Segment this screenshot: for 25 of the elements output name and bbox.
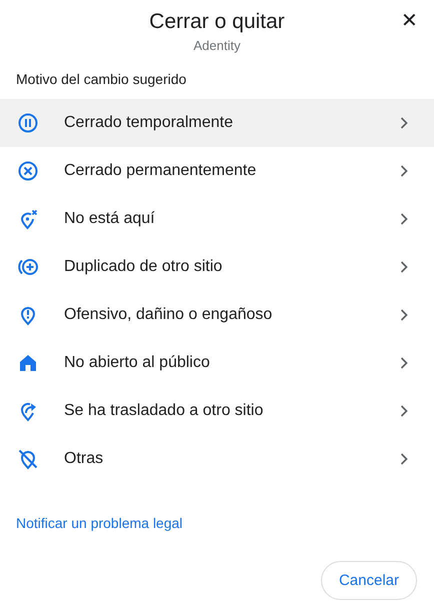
legal-issue-link[interactable]: Notificar un problema legal [16,515,183,531]
reason-item[interactable]: Ofensivo, dañino o engañoso [0,291,434,339]
reason-label: Ofensivo, dañino o engañoso [64,306,274,324]
pin-crossed-icon [16,447,40,471]
reason-label: Otras [64,450,104,468]
close-button[interactable]: ✕ [401,8,418,33]
x-circle-icon [16,159,40,183]
pause-circle-icon [16,111,40,135]
reason-item[interactable]: Duplicado de otro sitio [0,243,434,291]
reason-label: No está aquí [64,210,156,228]
reason-label: Duplicado de otro sitio [64,258,224,276]
reason-label: Se ha trasladado a otro sitio [64,402,264,420]
reason-label: Cerrado permanentemente [64,162,258,180]
reason-item[interactable]: No abierto al público [0,339,434,387]
section-label: Motivo del cambio sugerido [15,70,188,89]
reason-item[interactable]: Otras [0,435,434,483]
reason-item[interactable]: Cerrado temporalmente [0,99,434,147]
cancel-button[interactable]: Cancelar [320,561,417,600]
dialog-title: Cerrar o quitar [149,9,285,35]
reason-item[interactable]: Cerrado permanentemente [0,147,434,195]
place-name: Adentity [194,38,240,53]
reason-label: Cerrado temporalmente [64,114,234,132]
reason-item[interactable]: No está aquí [0,195,434,243]
reason-label: No abierto al público [64,354,211,372]
reason-item[interactable]: Se ha trasladado a otro sitio [0,387,434,435]
